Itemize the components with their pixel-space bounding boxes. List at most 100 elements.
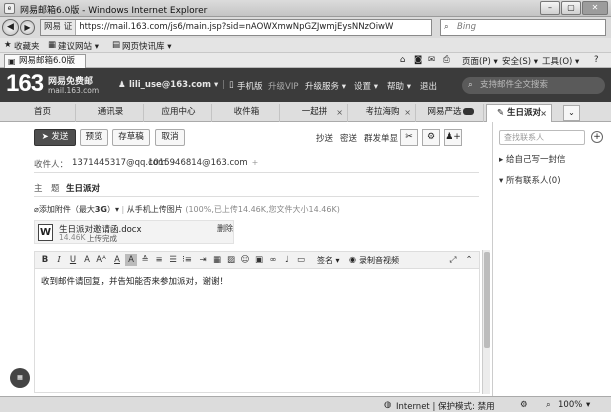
emoji-icon[interactable]: ☺: [239, 254, 251, 266]
zoom-level[interactable]: 100%: [558, 400, 582, 410]
page-menu[interactable]: 页面(P) ▾: [462, 55, 498, 67]
tab-4[interactable]: 一起拼 ×: [282, 104, 348, 122]
message-body[interactable]: 收到邮件请回复，并告知能否来参加派对，谢谢！: [41, 275, 228, 287]
add-attachment-link[interactable]: 添加附件（最大3G）▾: [39, 205, 119, 214]
indent-icon[interactable]: ⇥: [197, 254, 209, 266]
add-contact-circle-icon[interactable]: +: [591, 131, 603, 143]
bing-search-input[interactable]: ⌕ Bing: [440, 19, 606, 36]
safety-menu[interactable]: 安全(S) ▾: [502, 55, 538, 67]
compose-pane: ➤ 发送 预览 存草稿 取消 抄送 密送 群发单显 ✂ ⚙ ♟+ 收件人： 13…: [0, 122, 492, 396]
message-editor[interactable]: 收到邮件请回复，并告知能否来参加派对，谢谢！: [34, 269, 480, 393]
tools-menu[interactable]: 工具(O) ▾: [542, 55, 579, 67]
microphone-icon[interactable]: ♩: [281, 254, 293, 266]
qr-app-icon[interactable]: ▦: [10, 368, 30, 388]
table-icon[interactable]: ▦: [211, 254, 223, 266]
feeds-icon[interactable]: ◙: [414, 55, 422, 65]
scrollbar-thumb[interactable]: [484, 252, 490, 348]
delete-attachment-link[interactable]: 删除: [217, 223, 233, 234]
mail-search-input[interactable]: ⌕ 支持邮件全文搜索: [462, 77, 605, 94]
tab-3[interactable]: 收件箱: [214, 104, 280, 122]
upgrade-service-menu[interactable]: 升级服务 ▾: [305, 80, 346, 92]
tab-2[interactable]: 应用中心: [146, 104, 212, 122]
record-av-button[interactable]: 录制音视频: [359, 255, 399, 266]
recipient-remove-icon[interactable]: +: [252, 158, 259, 167]
send-button[interactable]: ➤ 发送: [34, 129, 76, 146]
phone-upload-link[interactable]: 从手机上传图片: [127, 205, 183, 214]
preview-button[interactable]: 预览: [80, 129, 108, 146]
italic-icon[interactable]: I: [53, 254, 65, 266]
font-color-icon[interactable]: A: [111, 254, 123, 266]
bullet-list-icon[interactable]: ☰: [167, 254, 179, 266]
minimize-icon[interactable]: –: [540, 1, 560, 15]
scrollbar[interactable]: [482, 250, 490, 394]
url-field[interactable]: 网易 证 https://mail.163.com/js6/main.jsp?si…: [40, 19, 432, 36]
tab-1[interactable]: 通讯录: [78, 104, 144, 122]
settings-menu[interactable]: 设置 ▾: [354, 80, 378, 92]
close-tab-icon[interactable]: ×: [404, 104, 411, 121]
print-icon[interactable]: ⎙: [443, 55, 450, 65]
font-family-icon[interactable]: A: [81, 254, 93, 266]
highlight-icon[interactable]: A: [125, 254, 137, 266]
web-slice-gallery-link[interactable]: 网页快讯库 ▾: [122, 40, 171, 52]
write-self-item[interactable]: ▸ 给自己写一封信: [499, 153, 565, 165]
help-menu[interactable]: 帮助 ▾: [387, 80, 411, 92]
close-tab-icon[interactable]: ×: [540, 105, 547, 122]
image-icon[interactable]: ▨: [225, 254, 237, 266]
close-tab-icon[interactable]: ×: [336, 104, 343, 121]
cc-link[interactable]: 抄送: [316, 132, 333, 144]
gear-icon[interactable]: ⚙: [422, 129, 440, 146]
bcc-link[interactable]: 密送: [340, 132, 357, 144]
subject-field[interactable]: 生日派对: [66, 182, 100, 194]
scissors-icon[interactable]: ✂: [400, 129, 418, 146]
security-label[interactable]: 网易 证: [41, 20, 77, 35]
logo-163[interactable]: 163: [6, 70, 44, 98]
recipient-chip[interactable]: 1015946814@163.com +: [148, 158, 258, 168]
favorites-button[interactable]: 收藏夹: [14, 40, 40, 52]
tab-label: 考拉海购: [365, 107, 400, 117]
search-icon: ⌕: [444, 22, 449, 32]
tab-7[interactable]: ✎ 生日派对 ×: [486, 104, 552, 122]
collapse-toolbar-icon[interactable]: ⌃: [463, 254, 475, 266]
numbered-list-icon[interactable]: ⁝≡: [181, 254, 193, 266]
bold-icon[interactable]: B: [39, 254, 51, 266]
user-account-menu[interactable]: lili_use@163.com ▾: [129, 80, 218, 90]
underline-icon[interactable]: U: [67, 254, 79, 266]
cancel-button[interactable]: 取消: [155, 129, 185, 146]
video-icon[interactable]: ▭: [295, 254, 307, 266]
tab-6[interactable]: 网易严选: [418, 104, 484, 122]
save-draft-button[interactable]: 存草稿: [112, 129, 150, 146]
suggested-sites-link[interactable]: 建议网站 ▾: [58, 40, 99, 52]
all-contacts-item[interactable]: ▾ 所有联系人(0): [499, 174, 561, 186]
contact-search-input[interactable]: 查找联系人: [499, 130, 585, 145]
tab-overflow-chevron-icon[interactable]: ⌄: [563, 105, 580, 121]
maximize-icon[interactable]: ▢: [561, 1, 581, 15]
tab-0[interactable]: 首页: [10, 104, 76, 122]
back-button[interactable]: ◀: [2, 19, 19, 36]
security-zone[interactable]: Internet | 保护模式: 禁用: [396, 400, 495, 412]
signature-menu[interactable]: 签名 ▾: [317, 255, 340, 266]
mail-icon[interactable]: ✉: [428, 55, 435, 65]
page-tab[interactable]: ▣ 网易邮箱6.0版: [4, 54, 86, 68]
forward-button[interactable]: ▶: [20, 20, 35, 35]
ie-favicon-icon: e: [4, 3, 15, 14]
settings-status-icon[interactable]: ⚙: [520, 400, 528, 410]
zoom-dropdown-icon[interactable]: ▾: [586, 400, 590, 410]
link-icon[interactable]: ∞: [267, 254, 279, 266]
separate-send-link[interactable]: 群发单显: [364, 132, 398, 144]
suggested-sites-icon: ▦: [48, 40, 57, 50]
font-size-icon[interactable]: Aᴬ: [95, 254, 107, 266]
screenshot-icon[interactable]: ▣: [253, 254, 265, 266]
upgrade-vip-link[interactable]: 升级VIP: [268, 80, 298, 92]
mobile-link[interactable]: 手机版: [237, 80, 263, 92]
home-icon[interactable]: ⌂: [400, 55, 405, 65]
address-bar: ◀ ▶ 网易 证 https://mail.163.com/js6/main.js…: [0, 17, 611, 38]
text-style-icon[interactable]: ≙: [139, 254, 151, 266]
brand-url: mail.163.com: [48, 86, 100, 95]
add-contact-icon[interactable]: ♟+: [444, 129, 462, 146]
tab-5[interactable]: 考拉海购 ×: [350, 104, 416, 122]
help-icon[interactable]: ?: [594, 55, 599, 65]
expand-icon[interactable]: ⤢: [447, 254, 459, 266]
align-icon[interactable]: ≡: [153, 254, 165, 266]
close-window-icon[interactable]: ✕: [582, 1, 608, 15]
logout-link[interactable]: 退出: [420, 80, 437, 92]
